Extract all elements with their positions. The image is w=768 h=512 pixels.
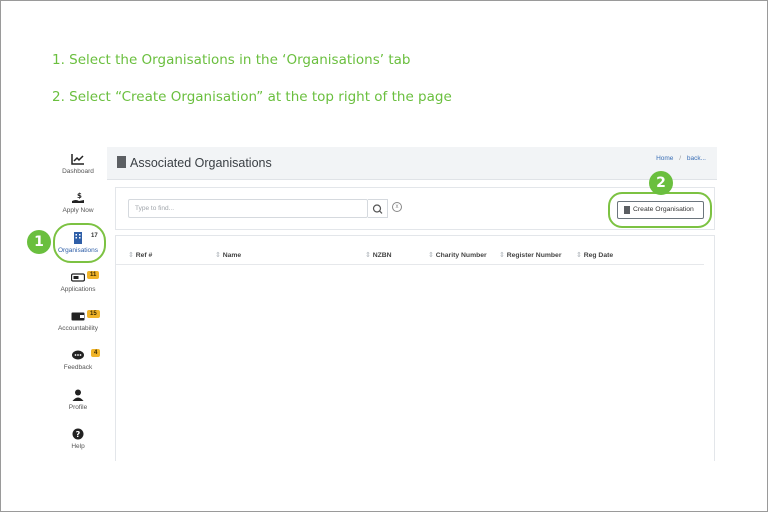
comment-icon (72, 350, 84, 360)
sidebar-item-dashboard[interactable]: Dashboard (53, 153, 103, 175)
sidebar: Dashboard $ Apply Now 17 Organisations 1… (53, 149, 103, 461)
column-header-ref[interactable]: ⇕ Ref # (128, 251, 152, 259)
column-header-reg-date[interactable]: ⇕ Reg Date (576, 251, 613, 259)
page-header: Associated Organisations Home / back... (107, 147, 717, 180)
clear-search-icon[interactable]: x (392, 202, 402, 212)
table-header-row: ⇕ Ref # ⇕ Name ⇕ NZBN ⇕ Charity Number ⇕ Regi… (116, 248, 704, 265)
sidebar-item-feedback[interactable]: 4 Feedback (53, 349, 103, 371)
sidebar-item-label: Help (71, 443, 85, 450)
search-icon (372, 204, 383, 214)
sidebar-item-label: Feedback (63, 364, 93, 371)
sort-icon: ⇕ (128, 252, 134, 259)
sidebar-item-profile[interactable]: Profile (53, 389, 103, 411)
wallet-icon (71, 312, 85, 321)
sidebar-item-apply-now[interactable]: $ Apply Now (53, 192, 103, 214)
callout-ring-create-organisation (608, 192, 712, 228)
organisations-table: ⇕ Ref # ⇕ Name ⇕ NZBN ⇕ Charity Number ⇕ Regi… (115, 235, 715, 461)
building-icon (117, 156, 126, 168)
screenshot-frame: 1. Select the Organisations in the ‘Orga… (0, 0, 768, 512)
page-title: Associated Organisations (130, 156, 272, 170)
callout-number-1: 1 (27, 230, 51, 254)
sort-icon: ⇕ (499, 252, 505, 259)
sidebar-item-applications[interactable]: 11 Applications (53, 271, 103, 293)
feedback-badge: 4 (91, 349, 101, 357)
svg-text:$: $ (77, 192, 82, 200)
accountability-badge: 15 (87, 310, 100, 318)
sidebar-item-label: Dashboard (62, 168, 94, 175)
column-header-register-number[interactable]: ⇕ Register Number (499, 251, 561, 259)
sort-icon: ⇕ (215, 252, 221, 259)
column-header-nzbn[interactable]: ⇕ NZBN (365, 251, 392, 259)
question-circle-icon: ? (72, 428, 84, 440)
sidebar-item-label: Applications (60, 286, 96, 293)
column-header-name[interactable]: ⇕ Name (215, 251, 241, 259)
svg-text:?: ? (76, 430, 81, 439)
callout-ring-organisations (53, 223, 106, 263)
callout-number-2: 2 (649, 171, 673, 195)
chart-line-icon (71, 154, 84, 165)
sidebar-item-accountability[interactable]: 15 Accountability (53, 310, 103, 332)
column-header-charity-number[interactable]: ⇕ Charity Number (428, 251, 487, 259)
sidebar-item-label: Profile (68, 404, 88, 411)
breadcrumb-separator: / (679, 155, 682, 162)
sort-icon: ⇕ (365, 252, 371, 259)
sort-icon: ⇕ (428, 252, 434, 259)
instruction-step-1: 1. Select the Organisations in the ‘Orga… (52, 52, 411, 68)
sidebar-item-label: Apply Now (62, 207, 94, 214)
breadcrumb-back-link[interactable]: back... (687, 155, 706, 162)
breadcrumb-home-link[interactable]: Home (656, 155, 673, 162)
search-input[interactable]: Type to find... (128, 199, 368, 218)
applications-badge: 11 (87, 271, 100, 279)
breadcrumb: Home / back... (656, 155, 706, 162)
sidebar-item-help[interactable]: ? Help (53, 428, 103, 450)
hand-dollar-icon: $ (72, 192, 84, 203)
wallet-card-icon (71, 273, 85, 282)
sort-icon: ⇕ (576, 252, 582, 259)
search-button[interactable] (368, 199, 388, 218)
sidebar-item-label: Accountability (57, 325, 99, 332)
user-icon (72, 389, 84, 401)
instruction-step-2: 2. Select “Create Organisation” at the t… (52, 89, 452, 105)
